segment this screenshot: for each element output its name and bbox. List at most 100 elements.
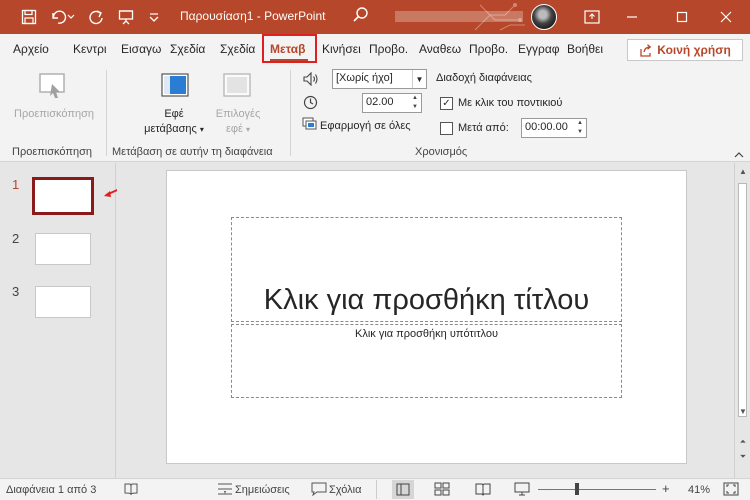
tab-slideshow[interactable]: Προβο. bbox=[369, 42, 414, 56]
slide-count-status: Διαφάνεια 1 από 3 bbox=[6, 484, 97, 496]
spinner-arrows-icon[interactable]: ▲ ▼ bbox=[575, 119, 585, 137]
chevron-down-icon[interactable]: ▼ bbox=[412, 70, 426, 88]
effect-options-label-1: Επιλογές bbox=[215, 108, 261, 120]
after-time-spinner[interactable]: 00:00.00 ▲ ▼ bbox=[521, 118, 587, 138]
ribbon: Προεπισκόπηση Προεπισκόπηση Εφέ μετάβαση… bbox=[0, 64, 750, 162]
share-button[interactable]: Κοινή χρήση bbox=[627, 39, 743, 61]
tab-home[interactable]: Κεντρι bbox=[73, 42, 116, 56]
group-separator bbox=[106, 70, 107, 156]
status-separator bbox=[376, 480, 377, 499]
tab-file[interactable]: Αρχείο bbox=[13, 42, 57, 56]
notes-icon bbox=[218, 483, 232, 495]
duration-value: 02.00 bbox=[366, 96, 394, 108]
zoom-level[interactable]: 41% bbox=[688, 484, 710, 496]
preview-icon bbox=[39, 73, 65, 98]
chevron-down-icon: ▾ bbox=[199, 125, 204, 134]
reading-view-icon[interactable] bbox=[475, 482, 491, 496]
tab-review[interactable]: Αναθεω bbox=[419, 42, 463, 56]
slide-thumbnail-3[interactable] bbox=[35, 286, 91, 318]
effect-options-label-2: εφέ bbox=[225, 123, 243, 135]
subtitle-placeholder[interactable]: Κλικ για προσθήκη υπότιτλου bbox=[231, 324, 622, 398]
transition-effects-label-2: μετάβασης bbox=[144, 123, 197, 135]
user-avatar[interactable] bbox=[531, 4, 557, 30]
scroll-down-icon[interactable]: ▼ bbox=[737, 406, 749, 418]
on-mouse-click-label: Με κλικ του ποντικιού bbox=[458, 97, 563, 109]
transition-effects-icon bbox=[161, 73, 189, 97]
zoom-in-icon[interactable]: + bbox=[662, 481, 670, 496]
advance-slide-title: Διαδοχή διαφάνειας bbox=[436, 72, 532, 84]
slide-canvas[interactable]: Κλικ για προσθήκη τίτλου Κλικ για προσθή… bbox=[166, 170, 687, 464]
status-bar: Διαφάνεια 1 από 3 Σημειώσεις Σχόλια − + … bbox=[0, 478, 750, 500]
scroll-up-icon[interactable]: ▲ bbox=[737, 166, 749, 178]
comments-button[interactable]: Σχόλια bbox=[329, 484, 362, 496]
group-separator bbox=[290, 70, 291, 156]
ribbon-display-options-icon[interactable] bbox=[582, 7, 602, 27]
chevron-down-icon: ▾ bbox=[246, 125, 251, 134]
normal-view-button[interactable] bbox=[392, 480, 414, 499]
sound-icon bbox=[303, 72, 318, 86]
slide-number: 1 bbox=[12, 177, 20, 192]
next-slide-icon[interactable]: ⏷ bbox=[737, 451, 749, 463]
maximize-icon[interactable] bbox=[672, 7, 692, 27]
share-label: Κοινή χρήση bbox=[657, 43, 731, 57]
title-placeholder[interactable]: Κλικ για προσθήκη τίτλου bbox=[231, 217, 622, 322]
search-icon[interactable] bbox=[352, 6, 370, 27]
tab-draw[interactable]: Σχεδία bbox=[170, 42, 214, 56]
slide-number: 2 bbox=[12, 231, 20, 246]
zoom-slider-handle[interactable] bbox=[575, 483, 579, 495]
spelling-check-icon[interactable] bbox=[124, 482, 138, 496]
transition-effects-label-1: Εφέ bbox=[164, 108, 184, 120]
duration-clock-icon bbox=[303, 95, 318, 110]
apply-to-all-icon bbox=[302, 117, 317, 130]
group-label-transition: Μετάβαση σε αυτήν τη διαφάνεια bbox=[112, 146, 273, 158]
fit-to-window-icon[interactable] bbox=[723, 482, 739, 496]
collapse-ribbon-icon[interactable] bbox=[734, 150, 744, 160]
redo-icon[interactable] bbox=[86, 7, 106, 27]
slide-number: 3 bbox=[12, 284, 20, 299]
previous-slide-icon[interactable]: ⏶ bbox=[737, 436, 749, 448]
vertical-scrollbar[interactable]: ▲ ▼ ⏶ ⏷ bbox=[734, 163, 750, 478]
slideshow-icon[interactable] bbox=[514, 482, 530, 496]
effect-options-icon bbox=[223, 73, 251, 97]
customize-toolbar-icon[interactable] bbox=[144, 7, 164, 27]
slide-thumbnails-pane: 1 2 3 bbox=[0, 163, 125, 478]
save-icon[interactable] bbox=[19, 7, 39, 27]
close-icon[interactable] bbox=[716, 7, 736, 27]
tab-highlight-box bbox=[262, 34, 317, 63]
notes-button[interactable]: Σημειώσεις bbox=[235, 484, 290, 496]
tab-record[interactable]: Εγγραφ bbox=[518, 42, 562, 56]
tab-help[interactable]: Βοήθει bbox=[567, 42, 611, 56]
sound-dropdown[interactable]: [Χωρίς ήχο] ▼ bbox=[332, 69, 427, 89]
comments-icon bbox=[311, 482, 327, 496]
sound-value: [Χωρίς ήχο] bbox=[336, 72, 393, 84]
on-mouse-click-checkbox[interactable]: ✓ bbox=[440, 97, 453, 110]
after-time-value: 00:00.00 bbox=[525, 121, 568, 133]
decorative-circuit-pattern bbox=[474, 3, 525, 31]
window-title: Παρουσίαση1 - PowerPoint bbox=[180, 9, 326, 23]
subtitle-placeholder-text: Κλικ για προσθήκη υπότιτλου bbox=[354, 328, 499, 340]
slide-sorter-icon[interactable] bbox=[434, 482, 450, 496]
duration-spinner[interactable]: 02.00 ▲ ▼ bbox=[362, 93, 422, 113]
effect-options-label-2-wrap: εφέ ▾ bbox=[205, 122, 271, 137]
slide-thumbnail-1[interactable] bbox=[32, 177, 94, 215]
undo-icon[interactable] bbox=[48, 7, 68, 27]
tab-insert[interactable]: Εισαγω bbox=[121, 42, 165, 56]
tab-design[interactable]: Σχεδία bbox=[220, 42, 262, 56]
slide-thumbnail-2[interactable] bbox=[35, 233, 91, 265]
checkmark-icon: ✓ bbox=[442, 97, 451, 109]
tab-view[interactable]: Προβο. bbox=[469, 42, 513, 56]
scrollbar-thumb[interactable] bbox=[738, 183, 747, 417]
zoom-slider[interactable] bbox=[538, 489, 656, 490]
normal-view-icon bbox=[396, 483, 410, 496]
spinner-arrows-icon[interactable]: ▲ ▼ bbox=[410, 94, 420, 112]
undo-dropdown-icon[interactable] bbox=[66, 7, 76, 27]
minimize-icon[interactable] bbox=[622, 7, 642, 27]
apply-to-all-button[interactable]: Εφαρμογή σε όλες bbox=[320, 120, 411, 132]
after-checkbox[interactable] bbox=[440, 122, 453, 135]
tab-animations[interactable]: Κινήσει bbox=[322, 42, 366, 56]
preview-label: Προεπισκόπηση bbox=[14, 108, 94, 120]
present-from-start-icon[interactable] bbox=[116, 7, 136, 27]
share-icon bbox=[640, 43, 652, 57]
title-placeholder-text: Κλικ για προσθήκη τίτλου bbox=[263, 284, 590, 316]
group-label-preview: Προεπισκόπηση bbox=[12, 146, 92, 158]
